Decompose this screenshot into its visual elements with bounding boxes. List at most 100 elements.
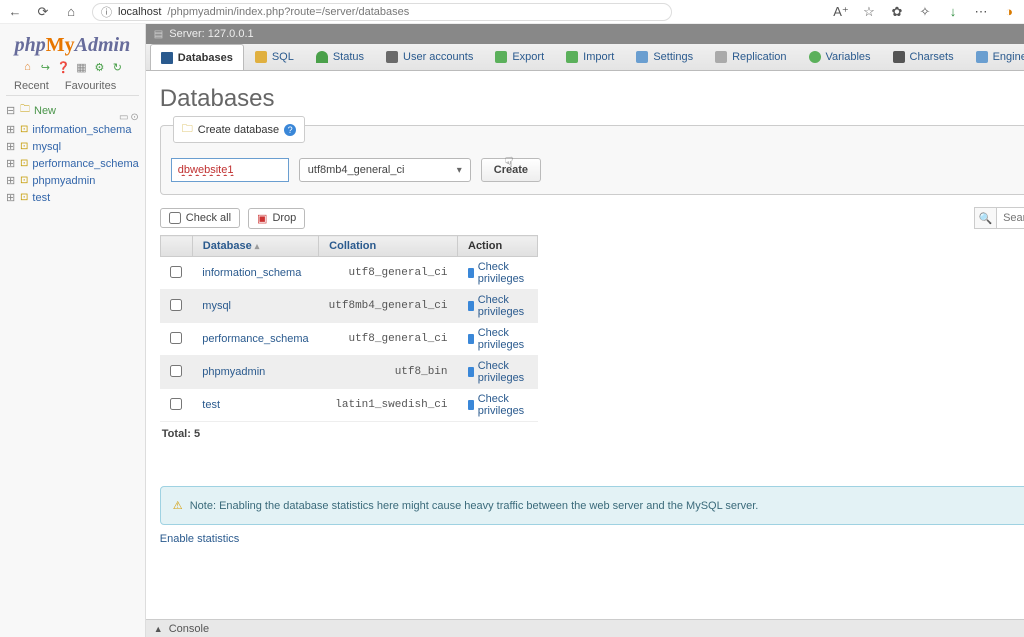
console-bar[interactable]: ▲ Console <box>146 619 1024 637</box>
server-icon: ▤ <box>154 29 163 40</box>
tree-item[interactable]: ⊞⊡information_schema <box>6 121 139 138</box>
help-icon[interactable]: ? <box>284 124 296 136</box>
docs-icon[interactable]: ❓ <box>57 61 69 73</box>
header-database[interactable]: Database ▴ <box>192 236 318 257</box>
tab-charsets[interactable]: Charsets <box>882 44 965 70</box>
search-input[interactable] <box>996 207 1024 229</box>
logout-icon[interactable]: ↪ <box>39 61 51 73</box>
tab-settings[interactable]: Settings <box>625 44 704 70</box>
side-tabs: Recent Favourites <box>6 77 139 96</box>
create-database-section: 🗀 Create database ? utf8mb4_general_ci ▾… <box>160 125 1024 195</box>
url-path: /phpmyadmin/index.php?route=/server/data… <box>167 6 409 18</box>
refresh-icon[interactable]: ⟳ <box>36 5 50 19</box>
db-link[interactable]: phpmyadmin <box>202 366 265 378</box>
check-privileges-link[interactable]: Check privileges <box>468 327 528 351</box>
tab-engines[interactable]: Engines <box>965 44 1024 70</box>
tab-export[interactable]: Export <box>484 44 555 70</box>
url-bar[interactable]: ⓘ localhost /phpmyadmin/index.php?route=… <box>92 3 672 21</box>
table-row: mysql utf8mb4_general_ci Check privilege… <box>160 290 538 323</box>
new-db-icon: 🗀 <box>20 102 30 119</box>
chevron-up-icon: ▲ <box>154 624 163 634</box>
collation-select[interactable]: utf8mb4_general_ci ▾ <box>299 158 471 182</box>
db-name-input[interactable] <box>171 158 289 182</box>
tree-item[interactable]: ⊞⊡performance_schema <box>6 155 139 172</box>
table-row: phpmyadmin utf8_bin Check privileges <box>160 356 538 389</box>
row-checkbox[interactable] <box>170 365 182 377</box>
url-host: localhost <box>118 6 161 18</box>
row-checkbox[interactable] <box>170 299 182 311</box>
create-button[interactable]: Create <box>481 158 541 182</box>
home-icon[interactable]: ⌂ <box>64 5 78 19</box>
browser-toolbar: ← ⟳ ⌂ ⓘ localhost /phpmyadmin/index.php?… <box>0 0 1024 24</box>
more-icon[interactable]: ⋯ <box>974 5 988 19</box>
sidebar-toolbar: ⌂ ↪ ❓ ▦ ⚙ ↻ <box>6 59 139 77</box>
db-link[interactable]: performance_schema <box>202 333 308 345</box>
info-note: ⚠ Note: Enabling the database statistics… <box>160 486 1024 525</box>
collapse-icon[interactable]: ▭ <box>119 112 128 123</box>
check-privileges-link[interactable]: Check privileges <box>468 261 528 285</box>
read-aloud-icon[interactable]: A⁺ <box>834 5 848 19</box>
row-collation: latin1_swedish_ci <box>319 389 458 422</box>
console-label: Console <box>169 623 209 635</box>
check-all-button[interactable]: Check all <box>160 208 240 228</box>
tree-item[interactable]: ⊞⊡mysql <box>6 138 139 155</box>
tab-status[interactable]: Status <box>305 44 375 70</box>
pma-logo: phpMyAdmin <box>6 28 139 59</box>
create-db-legend: 🗀 Create database ? <box>173 116 305 143</box>
tree-new-label: New <box>34 105 56 117</box>
server-bar: ▤ Server: 127.0.0.1 <box>146 24 1024 44</box>
check-privileges-link[interactable]: Check privileges <box>468 393 528 417</box>
drop-button[interactable]: ▣ Drop <box>248 208 305 229</box>
downloads-icon[interactable]: ↓ <box>946 5 960 19</box>
row-checkbox[interactable] <box>170 266 182 278</box>
row-collation: utf8_general_ci <box>319 257 458 290</box>
row-checkbox[interactable] <box>170 332 182 344</box>
sql-icon[interactable]: ▦ <box>75 61 87 73</box>
tree-item[interactable]: ⊞⊡test <box>6 189 139 206</box>
plus-icon: ⊟ <box>6 104 16 117</box>
table-row: test latin1_swedish_ci Check privileges <box>160 389 538 422</box>
tab-sql[interactable]: SQL <box>244 44 305 70</box>
row-collation: utf8_bin <box>319 356 458 389</box>
top-tabs: Databases SQL Status User accounts Expor… <box>146 44 1024 71</box>
tab-replication[interactable]: Replication <box>704 44 797 70</box>
sidebar: phpMyAdmin ⌂ ↪ ❓ ▦ ⚙ ↻ Recent Favourites… <box>0 24 146 637</box>
db-link[interactable]: information_schema <box>202 267 301 279</box>
check-privileges-link[interactable]: Check privileges <box>468 360 528 384</box>
tab-import[interactable]: Import <box>555 44 625 70</box>
settings-icon[interactable]: ✿ <box>890 5 904 19</box>
sort-icon: ▴ <box>255 241 260 251</box>
tab-databases[interactable]: Databases <box>150 44 244 71</box>
favorite-icon[interactable]: ☆ <box>862 5 876 19</box>
main-panel: ▤ Server: 127.0.0.1 Databases SQL Status… <box>146 24 1024 637</box>
header-collation[interactable]: Collation <box>319 236 458 257</box>
tree-item[interactable]: ⊞⊡phpmyadmin <box>6 172 139 189</box>
database-table: Database ▴ Collation Action information_… <box>160 235 539 422</box>
home-icon[interactable]: ⌂ <box>21 61 33 73</box>
header-action: Action <box>458 236 538 257</box>
server-label: Server: 127.0.0.1 <box>169 28 253 40</box>
expand-icon[interactable]: ⊙ <box>130 112 138 123</box>
db-link[interactable]: mysql <box>202 300 231 312</box>
db-link[interactable]: test <box>202 399 220 411</box>
collections-icon[interactable]: ✧ <box>918 5 932 19</box>
gear-icon[interactable]: ⚙ <box>93 61 105 73</box>
tab-recent[interactable]: Recent <box>6 77 57 95</box>
tab-favourites[interactable]: Favourites <box>57 77 124 95</box>
chevron-down-icon: ▾ <box>457 165 462 176</box>
drop-icon: ▣ <box>257 212 267 225</box>
row-checkbox[interactable] <box>170 398 182 410</box>
copilot-icon[interactable]: ◑ <box>1002 5 1016 19</box>
warning-icon: ⚠ <box>173 500 183 512</box>
tab-user-accounts[interactable]: User accounts <box>375 44 484 70</box>
note-text: Note: Enabling the database statistics h… <box>190 500 759 512</box>
table-row: performance_schema utf8_general_ci Check… <box>160 323 538 356</box>
db-add-icon: 🗀 <box>182 120 193 139</box>
enable-statistics-link[interactable]: Enable statistics <box>160 533 1024 545</box>
tab-variables[interactable]: Variables <box>798 44 882 70</box>
check-all-checkbox[interactable] <box>169 212 181 224</box>
reload-icon[interactable]: ↻ <box>111 61 123 73</box>
back-icon[interactable]: ← <box>8 5 22 19</box>
search-icon: 🔍 <box>974 207 996 229</box>
check-privileges-link[interactable]: Check privileges <box>468 294 528 318</box>
